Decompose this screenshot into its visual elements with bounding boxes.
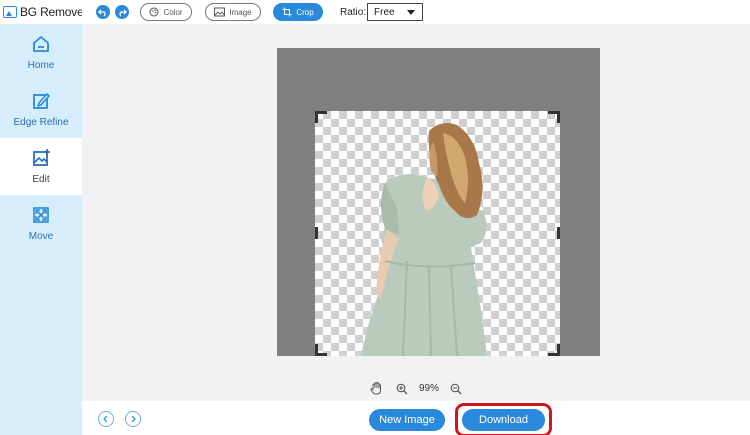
move-arrows-icon (33, 207, 49, 223)
app-title: BG Remover (20, 5, 88, 19)
home-icon (33, 36, 49, 52)
new-image-button[interactable]: New Image (369, 409, 445, 431)
palette-icon (149, 7, 159, 17)
download-button[interactable]: Download (462, 409, 545, 431)
sidebar-item-label: Edge Refine (13, 117, 69, 128)
crop-button[interactable]: Crop (273, 3, 323, 21)
image-button-label: Image (229, 7, 252, 17)
zoom-in-icon (396, 383, 408, 394)
zoom-out-icon (450, 383, 462, 394)
bottom-bar: New Image Download (82, 401, 750, 435)
previous-button[interactable] (98, 411, 114, 427)
ratio-select[interactable]: Free (367, 3, 423, 21)
undo-icon (98, 9, 106, 17)
chevron-left-icon (103, 415, 108, 423)
hand-icon (370, 382, 381, 395)
crop-region[interactable] (315, 111, 560, 356)
chevron-down-icon (407, 10, 415, 15)
image-edit-icon (33, 149, 50, 166)
pencil-square-icon (33, 93, 50, 109)
crop-handle-top-right[interactable] (548, 111, 560, 123)
sidebar-item-label: Edit (32, 174, 50, 185)
image-frame (277, 48, 600, 356)
undo-button[interactable] (96, 5, 110, 19)
sidebar: BG Remover Home Edge Refine Edit Move (0, 0, 88, 435)
crop-handle-bottom-left[interactable] (315, 344, 327, 356)
color-button[interactable]: Color (140, 3, 192, 21)
toolbar: Color Image Crop Ratio: Free (82, 0, 750, 24)
zoom-value: 99% (418, 383, 439, 394)
crop-icon (282, 7, 292, 17)
redo-button[interactable] (115, 5, 129, 19)
sidebar-item-home[interactable]: Home (0, 24, 82, 81)
image-button[interactable]: Image (205, 3, 261, 21)
crop-handle-right[interactable] (557, 227, 560, 239)
zoom-bar: 99% (82, 376, 750, 401)
sidebar-item-label: Home (27, 60, 55, 71)
zoom-out-button[interactable] (449, 382, 463, 396)
crop-handle-top-left[interactable] (315, 111, 327, 123)
chevron-right-icon (131, 415, 136, 423)
zoom-in-button[interactable] (395, 382, 409, 396)
app-brand: BG Remover (0, 0, 88, 24)
color-button-label: Color (163, 7, 183, 17)
sidebar-item-edge-refine[interactable]: Edge Refine (0, 81, 82, 138)
ratio-label: Ratio: (340, 7, 367, 18)
app-logo-icon (3, 6, 17, 18)
crop-handle-bottom-right[interactable] (548, 344, 560, 356)
crop-button-label: Crop (296, 7, 314, 17)
canvas-area (82, 24, 750, 376)
image-icon (214, 7, 226, 17)
sidebar-item-move[interactable]: Move (0, 195, 82, 252)
sidebar-item-label: Move (28, 231, 54, 242)
ratio-select-value: Free (374, 6, 395, 18)
redo-icon (119, 9, 127, 17)
subject-image (361, 123, 487, 356)
crop-handle-left[interactable] (315, 227, 318, 239)
next-button[interactable] (125, 411, 141, 427)
sidebar-item-edit[interactable]: Edit (0, 138, 82, 195)
hand-pan-button[interactable] (369, 382, 383, 396)
